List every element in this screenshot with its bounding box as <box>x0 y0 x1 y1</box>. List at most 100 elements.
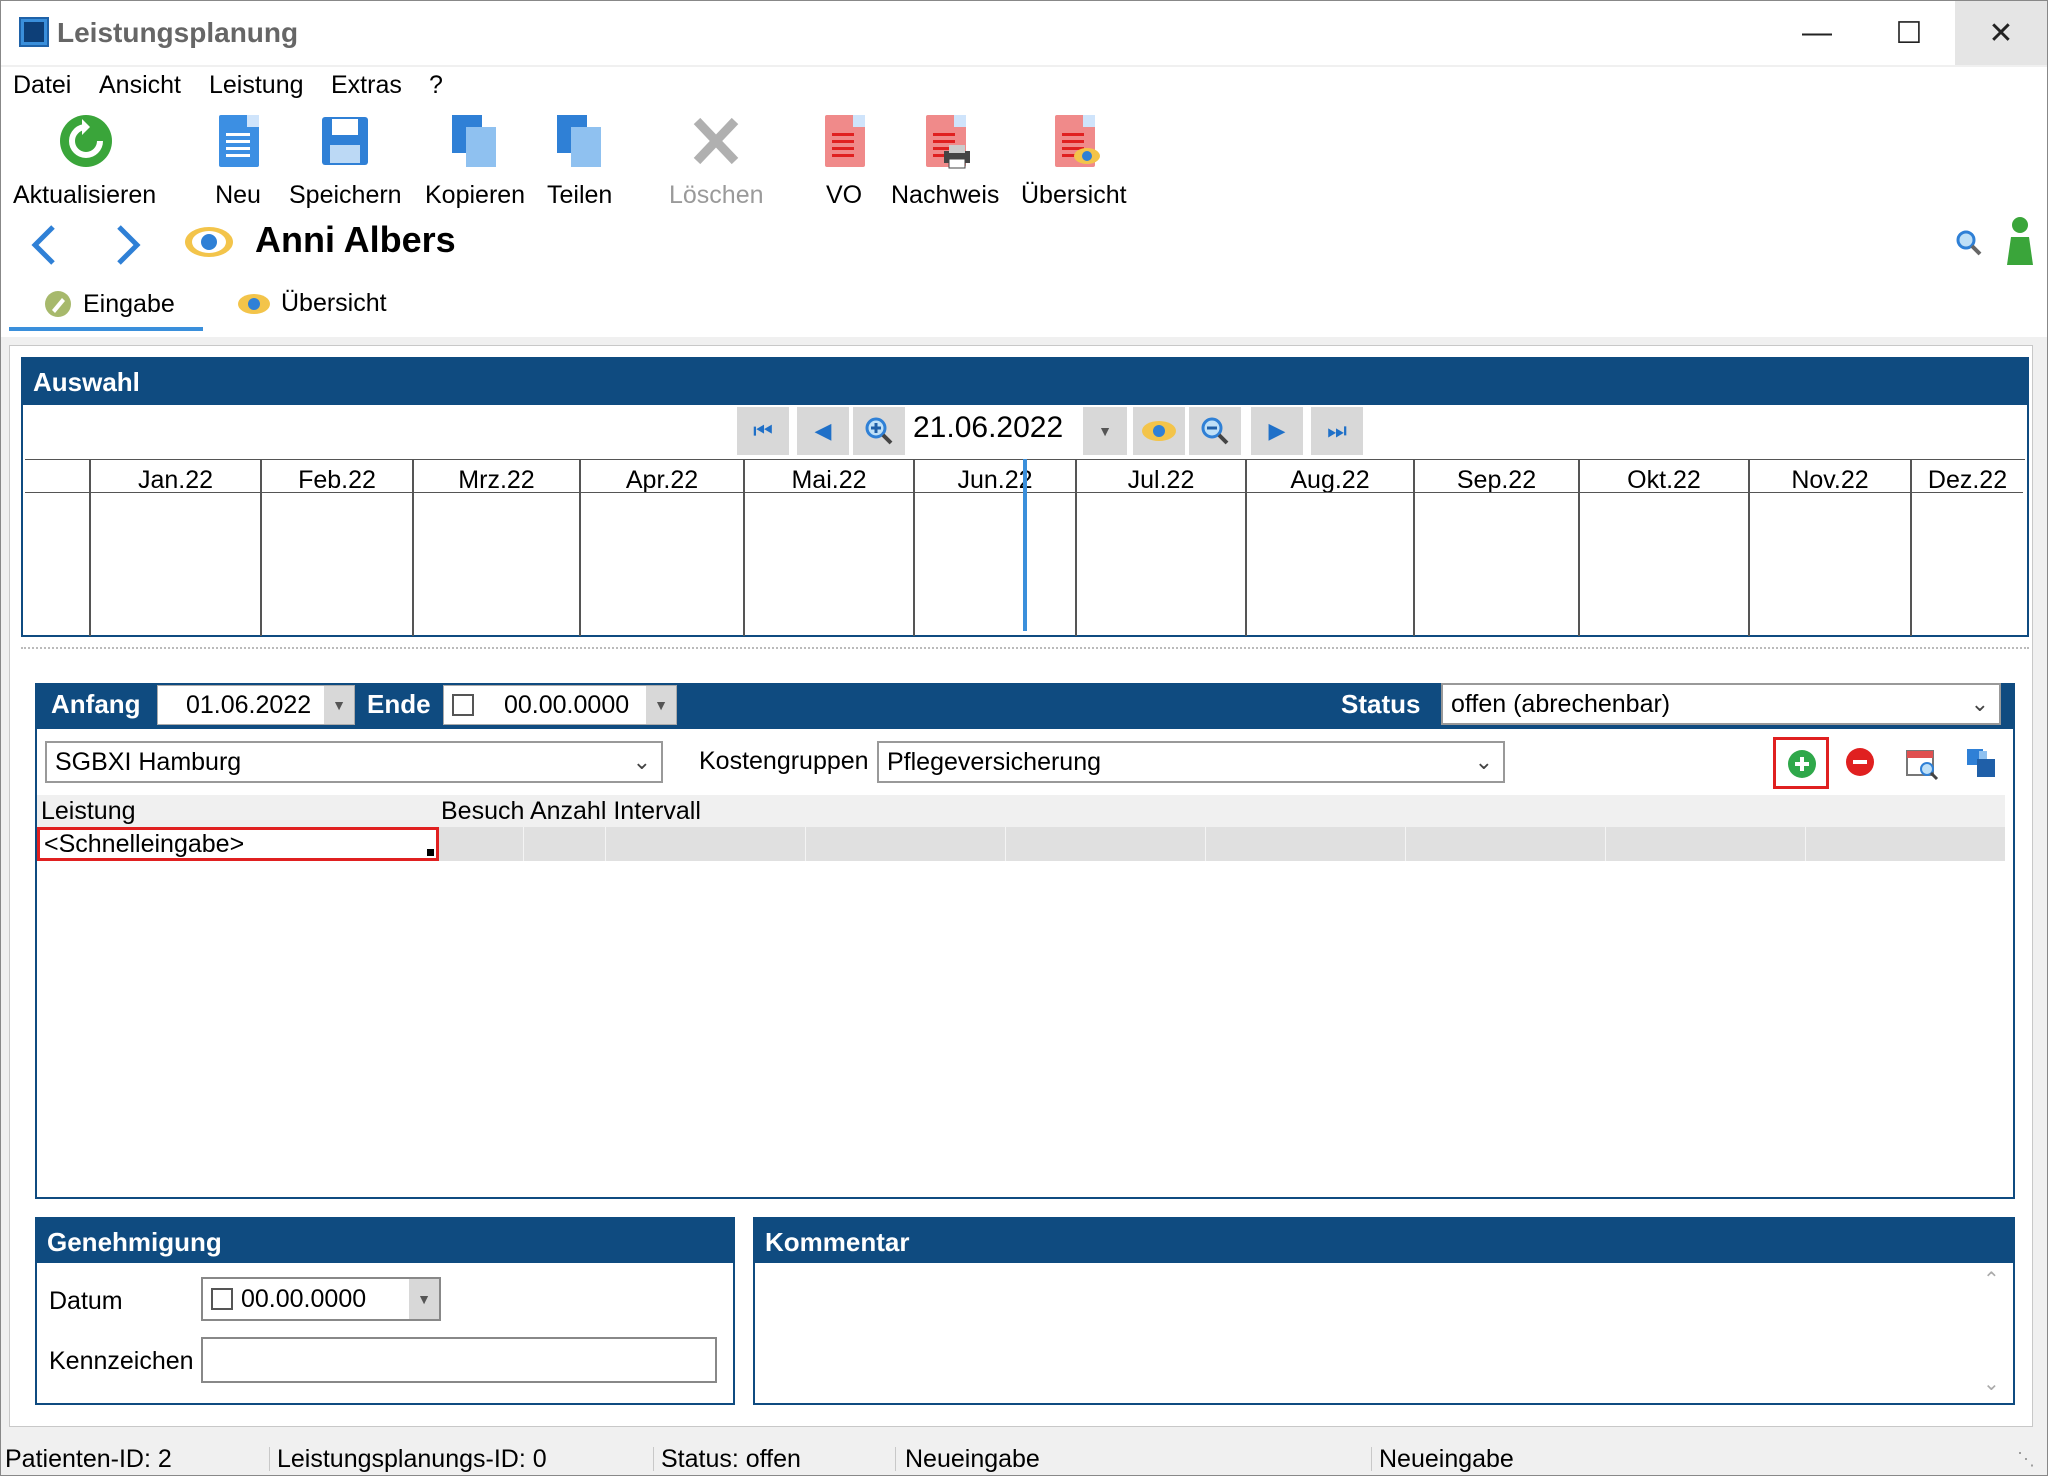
table-cell-divider <box>1205 827 1206 861</box>
split-icon <box>553 113 607 169</box>
overview-toolbar-button[interactable]: Übersicht <box>1021 113 1127 210</box>
month-column[interactable]: Jan.22 <box>89 460 260 636</box>
pencil-icon <box>45 291 71 317</box>
window-title: Leistungsplanung <box>57 17 299 48</box>
app-icon <box>19 17 49 47</box>
transfer-button[interactable] <box>1965 747 1999 781</box>
calendar-row-header <box>25 460 89 636</box>
eye-icon <box>238 293 270 314</box>
start-label: Anfang <box>51 689 141 719</box>
resize-grip-icon[interactable]: ⋱ <box>2017 1449 2035 1470</box>
month-column[interactable]: Jun.22 <box>913 460 1075 636</box>
month-column[interactable]: Apr.22 <box>579 460 743 636</box>
new-button[interactable]: Neu <box>211 113 265 210</box>
status-select[interactable]: offen (abrechenbar) ⌄ <box>1441 683 2001 725</box>
approval-mark-label: Kennzeichen <box>49 1347 194 1375</box>
month-column[interactable]: Jul.22 <box>1075 460 1245 636</box>
minimize-button[interactable]: — <box>1771 1 1863 65</box>
table-cell-divider <box>1005 827 1006 861</box>
cost-groups-select[interactable]: Pflegeversicherung ⌄ <box>877 741 1505 783</box>
splitter[interactable] <box>21 647 2029 649</box>
end-date-input[interactable]: 00.00.0000 ▼ <box>443 685 677 725</box>
previous-icon: ◀ <box>814 418 832 443</box>
first-page-button[interactable]: ⏮ <box>737 407 789 455</box>
new-document-icon <box>211 113 265 169</box>
approval-date-checkbox[interactable] <box>211 1288 233 1310</box>
menu-help[interactable]: ? <box>429 71 443 100</box>
status-separator <box>653 1447 654 1471</box>
column-besuch-anzahl-intervall[interactable]: Besuch Anzahl Intervall <box>441 797 701 826</box>
close-button[interactable]: ✕ <box>1955 1 2047 65</box>
today-marker <box>1023 459 1027 631</box>
chevron-down-icon[interactable]: ▼ <box>324 686 354 724</box>
active-tab-indicator <box>9 327 203 331</box>
month-column[interactable]: Mrz.22 <box>412 460 579 636</box>
prescription-document-icon <box>817 113 871 169</box>
scroll-up-icon[interactable]: ⌃ <box>1983 1267 2000 1292</box>
last-page-button[interactable]: ⏭ <box>1311 407 1363 455</box>
next-icon: ▶ <box>1268 418 1286 443</box>
end-date-checkbox[interactable] <box>452 694 474 716</box>
quick-entry-cell[interactable]: <Schnelleingabe> <box>37 827 439 861</box>
column-leistung[interactable]: Leistung <box>41 797 136 826</box>
menu-ansicht[interactable]: Ansicht <box>99 71 181 100</box>
previous-arrow-icon[interactable] <box>29 223 59 267</box>
month-column[interactable]: Okt.22 <box>1578 460 1748 636</box>
month-column[interactable]: Dez.22 <box>1910 460 2023 636</box>
save-button[interactable]: Speichern <box>289 113 402 210</box>
previous-page-button[interactable]: ◀ <box>797 407 849 455</box>
month-column[interactable]: Mai.22 <box>743 460 913 636</box>
table-cell-divider <box>1405 827 1406 861</box>
approval-header: Genehmigung <box>35 1217 735 1263</box>
patient-name: Anni Albers <box>255 219 456 260</box>
chevron-down-icon[interactable]: ▼ <box>409 1279 439 1319</box>
start-date-input[interactable]: 01.06.2022 ▼ <box>157 685 355 725</box>
month-column[interactable]: Aug.22 <box>1245 460 1413 636</box>
date-dropdown-button[interactable]: ▼ <box>1083 407 1127 455</box>
copy-button[interactable]: Kopieren <box>425 113 525 210</box>
split-button[interactable]: Teilen <box>547 113 612 210</box>
selected-date: 21.06.2022 <box>913 411 1064 444</box>
chevron-down-icon[interactable]: ▼ <box>646 686 676 724</box>
service-table-header: Leistung Besuch Anzahl Intervall <box>37 795 2005 827</box>
tab-eingabe[interactable]: Eingabe <box>43 289 175 319</box>
scroll-down-icon[interactable]: ⌄ <box>1983 1371 2000 1396</box>
tab-uebersicht[interactable]: Übersicht <box>237 289 387 318</box>
search-icon[interactable] <box>1953 227 1985 259</box>
status-patient-id: Patienten-ID: 2 <box>5 1445 172 1473</box>
chevron-down-icon: ⌄ <box>632 749 651 774</box>
add-service-button[interactable] <box>1773 737 1829 789</box>
approval-date-input[interactable]: 00.00.0000 ▼ <box>201 1277 441 1321</box>
vo-button[interactable]: VO <box>817 113 871 210</box>
month-column[interactable]: Nov.22 <box>1748 460 1910 636</box>
menu-leistung[interactable]: Leistung <box>209 71 304 100</box>
user-status-icon[interactable] <box>2003 215 2037 267</box>
approval-mark-input[interactable] <box>201 1337 717 1383</box>
maximize-button[interactable]: ☐ <box>1863 1 1955 65</box>
calendar-search-icon <box>1906 750 1939 781</box>
month-column[interactable]: Sep.22 <box>1413 460 1578 636</box>
zoom-in-button[interactable] <box>853 407 905 455</box>
fund-select[interactable]: SGBXI Hamburg ⌄ <box>45 741 663 783</box>
next-arrow-icon[interactable] <box>113 223 143 267</box>
delete-button[interactable]: Löschen <box>669 113 764 210</box>
menu-bar: Datei Ansicht Leistung Extras ? <box>1 67 2047 107</box>
end-label: Ende <box>367 689 431 719</box>
today-button[interactable] <box>1133 407 1185 455</box>
refresh-button[interactable]: Aktualisieren <box>13 113 156 210</box>
proof-button[interactable]: Nachweis <box>891 113 999 210</box>
comment-textarea[interactable] <box>757 1265 1983 1401</box>
chevron-down-icon: ⌄ <box>1970 691 1989 716</box>
toolbar: Aktualisieren Neu Speichern Kopieren Tei… <box>1 107 2047 215</box>
status-bar: Patienten-ID: 2 Leistungsplanungs-ID: 0 … <box>1 1441 2047 1475</box>
copy-icon <box>448 113 502 169</box>
month-column[interactable]: Feb.22 <box>260 460 412 636</box>
menu-extras[interactable]: Extras <box>331 71 402 100</box>
next-page-button[interactable]: ▶ <box>1251 407 1303 455</box>
eye-icon <box>185 227 233 257</box>
zoom-out-button[interactable] <box>1189 407 1241 455</box>
auswahl-header: Auswahl <box>21 357 2029 405</box>
menu-datei[interactable]: Datei <box>13 71 71 100</box>
calendar-search-button[interactable] <box>1905 747 1939 781</box>
remove-service-button[interactable] <box>1845 747 1879 781</box>
